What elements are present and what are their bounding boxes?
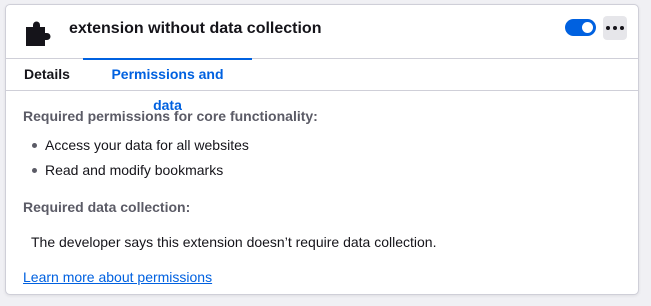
permission-item: Access your data for all websites xyxy=(23,136,249,161)
extension-card: extension without data collection Detail… xyxy=(5,4,639,295)
tab-bar: Details Permissions and data xyxy=(6,58,638,113)
more-options-button[interactable] xyxy=(603,16,627,40)
extension-header: extension without data collection xyxy=(6,5,638,58)
data-collection-heading: Required data collection: xyxy=(23,199,191,215)
toggle-knob xyxy=(582,22,593,33)
bullet-icon xyxy=(32,143,37,148)
bullet-icon xyxy=(32,168,37,173)
puzzle-piece-icon xyxy=(26,21,51,46)
more-options-icon xyxy=(606,26,610,30)
permissions-list: Access your data for all websites Read a… xyxy=(23,136,249,186)
learn-more-link[interactable]: Learn more about permissions xyxy=(23,268,212,286)
extension-enable-toggle[interactable] xyxy=(565,19,596,36)
permission-item: Read and modify bookmarks xyxy=(23,161,249,186)
extension-name: extension without data collection xyxy=(69,20,322,37)
tab-permissions-and-data[interactable]: Permissions and data xyxy=(83,58,252,113)
permission-label: Access your data for all websites xyxy=(45,137,249,153)
data-collection-text: The developer says this extension doesn’… xyxy=(31,234,437,250)
tab-details[interactable]: Details xyxy=(9,59,85,90)
required-permissions-heading: Required permissions for core functional… xyxy=(23,108,318,124)
permission-label: Read and modify bookmarks xyxy=(45,162,224,178)
